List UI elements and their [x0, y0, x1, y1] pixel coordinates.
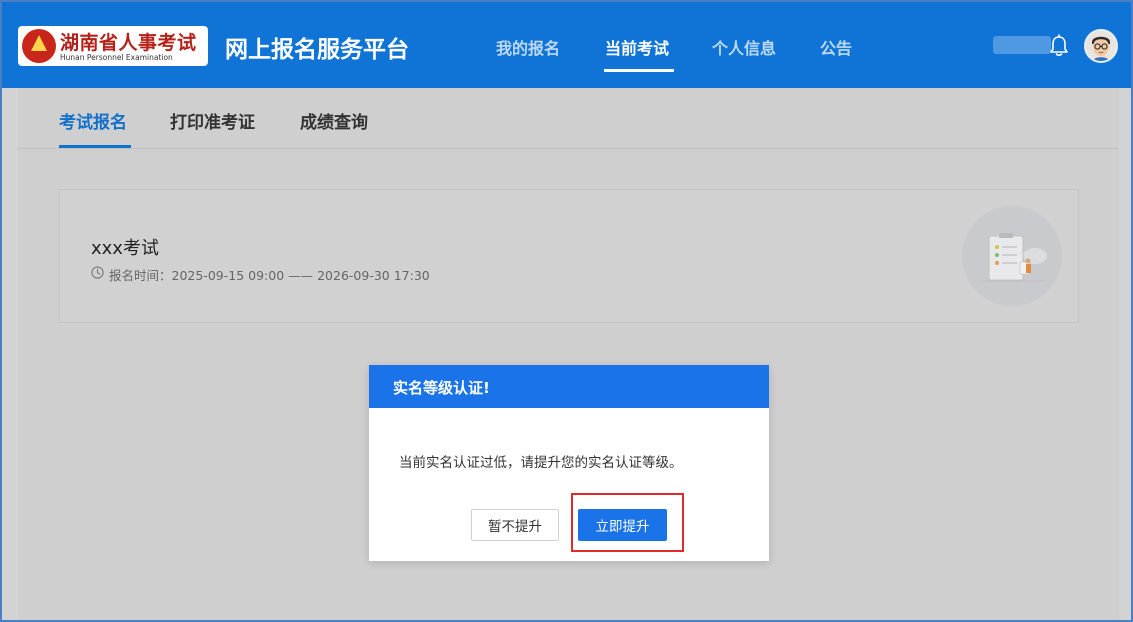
tab-print-admission-ticket[interactable]: 打印准考证: [170, 108, 255, 133]
emblem-icon: [22, 29, 56, 63]
modal-header: 实名等级认证!: [369, 365, 769, 408]
nav-announcements[interactable]: 公告: [820, 35, 852, 59]
exam-name: xxx考试: [91, 238, 159, 259]
nav-current-exam[interactable]: 当前考试: [605, 35, 669, 59]
top-header: 湖南省人事考试 Hunan Personnel Examination 网上报名…: [2, 2, 1131, 88]
user-avatar[interactable]: [1084, 29, 1118, 63]
clock-icon: [91, 266, 104, 279]
not-now-button[interactable]: 暂不提升: [471, 509, 559, 541]
modal-message: 当前实名认证过低，请提升您的实名认证等级。: [399, 455, 683, 471]
blurred-username: [993, 36, 1051, 54]
site-logo[interactable]: 湖南省人事考试 Hunan Personnel Examination: [18, 26, 208, 66]
logo-title-cn: 湖南省人事考试: [60, 32, 197, 54]
avatar-face-icon: [1086, 31, 1116, 61]
app-window: 湖南省人事考试 Hunan Personnel Examination 网上报名…: [0, 0, 1133, 622]
nav-active-indicator: [604, 69, 674, 72]
tab-exam-registration[interactable]: 考试报名: [59, 108, 127, 133]
bell-icon[interactable]: [1048, 34, 1070, 58]
upgrade-now-button[interactable]: 立即提升: [578, 509, 667, 541]
modal-title: 实名等级认证!: [393, 379, 490, 397]
sub-tabs: 考试报名 打印准考证 成绩查询: [18, 88, 1119, 149]
nav-personal-info[interactable]: 个人信息: [712, 35, 776, 59]
platform-title: 网上报名服务平台: [225, 37, 409, 63]
tab-active-indicator: [59, 145, 131, 148]
nav-my-registration[interactable]: 我的报名: [496, 35, 560, 59]
tab-score-query[interactable]: 成绩查询: [300, 108, 368, 133]
exam-card[interactable]: xxx考试 报名时间：2025-09-15 09:00 —— 2026-09-3…: [59, 189, 1079, 323]
clipboard-illustration: [962, 206, 1062, 306]
clipboard-illustration-icon: [982, 233, 1047, 282]
logo-title-en: Hunan Personnel Examination: [60, 53, 173, 62]
verification-modal: 实名等级认证! 当前实名认证过低，请提升您的实名认证等级。 暂不提升 立即提升: [369, 365, 769, 561]
exam-registration-time: 报名时间：2025-09-15 09:00 —— 2026-09-30 17:3…: [109, 268, 430, 283]
